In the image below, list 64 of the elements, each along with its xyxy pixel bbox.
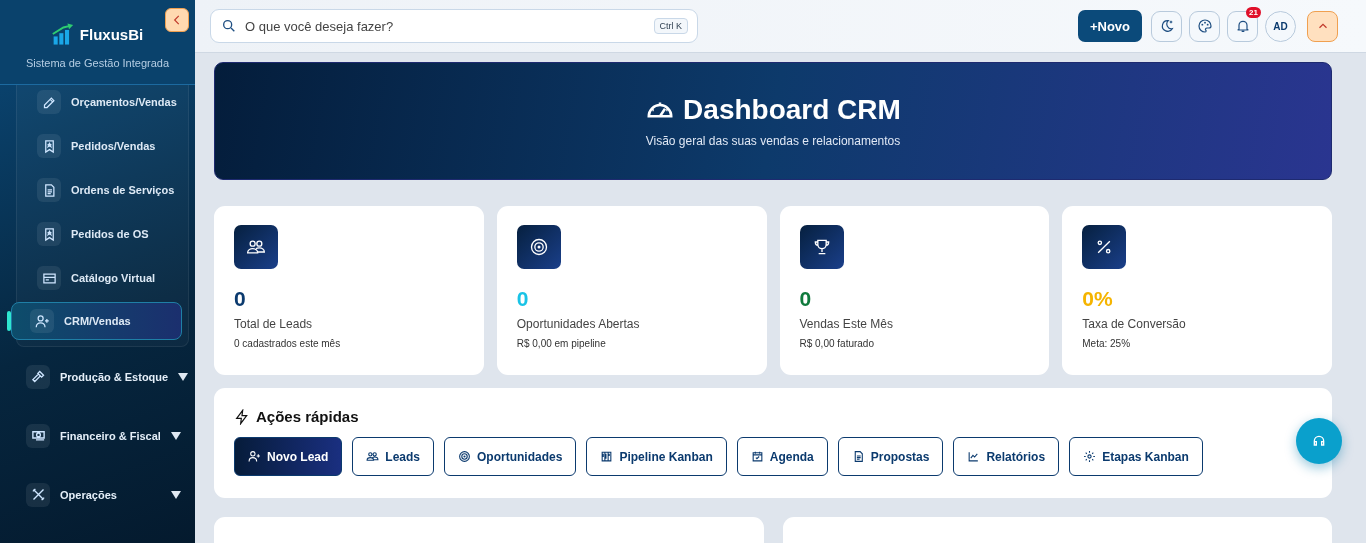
stat-note: Meta: 25% (1082, 338, 1131, 349)
target-icon (528, 237, 549, 257)
search-icon (221, 18, 237, 34)
sidebar-section[interactable]: Produção & Estoque (0, 347, 195, 406)
shortcut-hint: Ctrl K (653, 18, 688, 34)
user-plus-icon (248, 450, 261, 463)
bell-icon (1234, 18, 1251, 34)
stat-label: Vendas Este Mês (799, 317, 893, 331)
quick-action-button[interactable]: Etapas Kanban (1069, 437, 1203, 476)
quick-action-button[interactable]: Agenda (736, 437, 828, 476)
sidebar-section[interactable]: Operações (0, 465, 195, 524)
stat-note: 0 cadastrados este mês (234, 338, 341, 349)
sidebar-item[interactable]: Pedidos de OS (21, 212, 182, 256)
stat-label: Taxa de Conversão (1082, 317, 1186, 331)
caret-icon (171, 490, 181, 499)
quick-action-button[interactable]: Pipeline Kanban (586, 437, 727, 476)
stat-label: Oportunidades Abertas (516, 317, 640, 331)
line-chart-icon (967, 450, 981, 463)
banknote-icon (30, 428, 46, 443)
quick-action-button[interactable]: Leads (352, 437, 435, 476)
user-plus-icon (34, 313, 50, 329)
kanban-icon (600, 450, 614, 463)
quick-action-button[interactable]: Oportunidades (444, 437, 577, 476)
caret-icon (178, 372, 189, 381)
card-icon (41, 270, 57, 286)
sidebar-item[interactable]: Pedidos/Vendas (21, 124, 182, 168)
caret-icon (171, 431, 181, 440)
theme-toggle-button[interactable] (1151, 10, 1182, 42)
calendar-icon (750, 450, 764, 463)
collapse-sidebar-button[interactable] (165, 8, 189, 32)
quick-action-button[interactable]: Propostas (837, 437, 944, 476)
user-avatar[interactable]: AD (1265, 10, 1296, 42)
support-chat-button[interactable] (1296, 418, 1342, 464)
stat-value: 0 (799, 287, 812, 311)
sidebar-item[interactable]: Ordens de Serviços (21, 168, 182, 212)
users-icon (366, 450, 380, 463)
notification-count: 21 (1246, 6, 1261, 18)
brand-name: FluxusBi (79, 25, 144, 43)
stat-value: 0 (234, 287, 246, 311)
section-title: Ações rápidas (256, 408, 359, 425)
palette-icon (1196, 18, 1213, 34)
quick-action-button[interactable]: Novo Lead (234, 437, 343, 476)
new-button[interactable]: +Novo (1077, 10, 1142, 42)
settings-icon (1083, 450, 1097, 463)
sidebar-section[interactable]: Financeiro & Fiscal (0, 406, 195, 465)
notifications-button[interactable]: 21 (1227, 10, 1258, 42)
brand-subtitle: Sistema de Gestão Integrada (25, 57, 170, 69)
page-subtitle: Visão geral das suas vendas e relacionamentos (645, 134, 901, 148)
stat-value: 0 (516, 287, 529, 311)
pencil-icon (41, 94, 57, 110)
tools-icon (30, 487, 46, 502)
stat-note: R$ 0,00 em pipeline (516, 338, 606, 349)
stat-label: Total de Leads (234, 317, 313, 331)
headset-icon (1311, 433, 1327, 449)
sidebar-item[interactable]: Catálogo Virtual (21, 256, 182, 300)
page-title: Dashboard CRM (683, 94, 901, 126)
lightning-icon (234, 408, 250, 425)
stat-value: 0% (1082, 287, 1113, 311)
stat-note: R$ 0,00 faturado (799, 338, 874, 349)
palette-button[interactable] (1189, 10, 1220, 42)
target-icon (458, 450, 472, 463)
hammer-icon (30, 369, 46, 384)
sidebar-item[interactable]: Orçamentos/Vendas (21, 80, 182, 124)
quick-action-button[interactable]: Relatórios (953, 437, 1060, 476)
